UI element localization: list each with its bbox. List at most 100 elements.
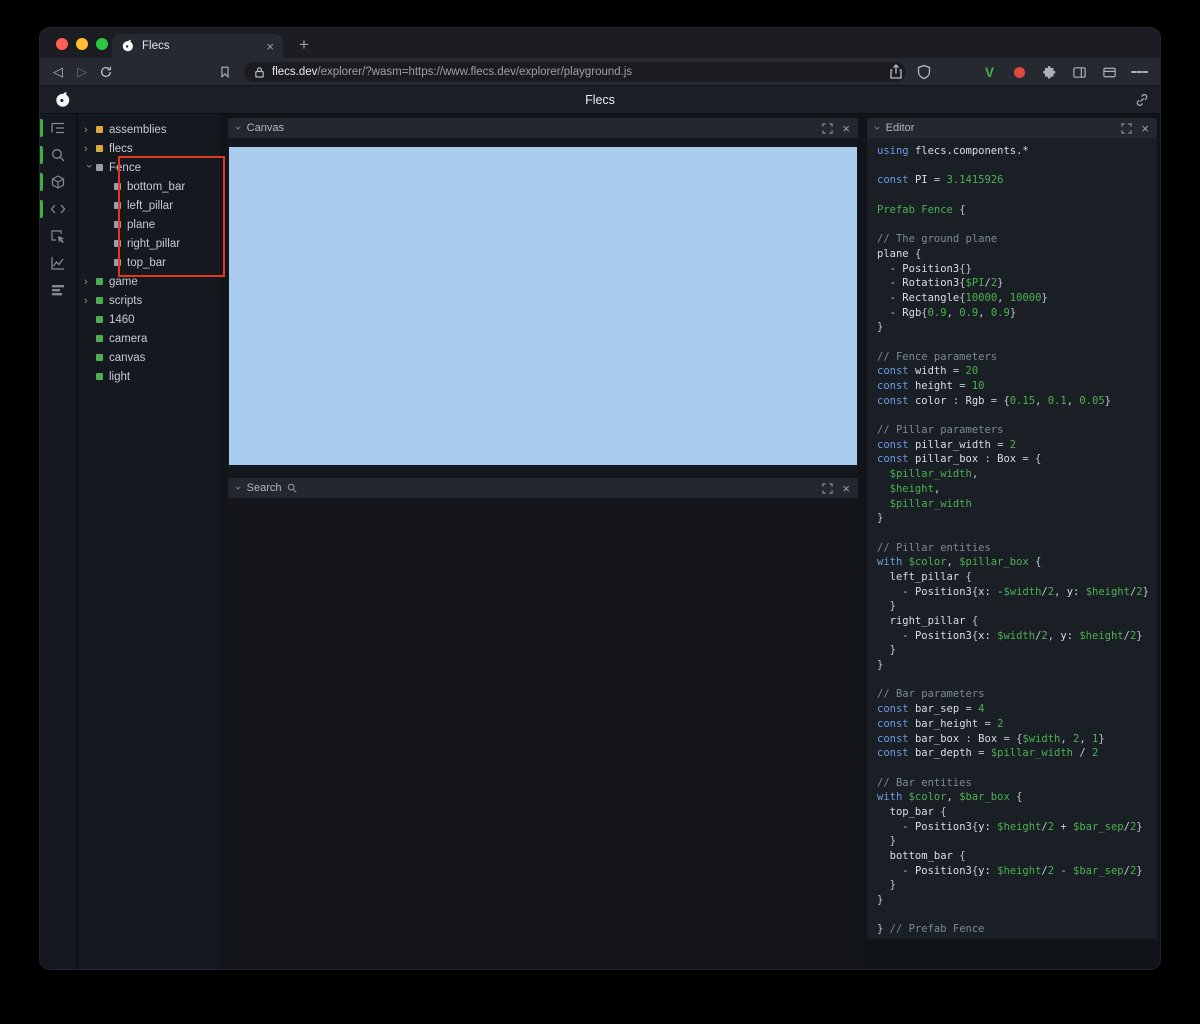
wallet-icon[interactable]: [1101, 64, 1118, 81]
tree-item-left_pillar[interactable]: left_pillar: [78, 196, 220, 215]
code-line: left_pillar {: [877, 570, 972, 583]
expand-panel-icon[interactable]: [822, 122, 834, 134]
tree-chevron-icon[interactable]: ›: [83, 164, 95, 175]
tree-item-Fence[interactable]: › Fence: [78, 158, 220, 177]
panel-chevron-icon[interactable]: ›: [232, 486, 244, 490]
search-panel-title: Search: [246, 482, 282, 494]
tree-item-label: right_pillar: [127, 237, 181, 250]
code-line: Prefab Fence {: [877, 203, 966, 216]
entity-kind-icon: [114, 183, 121, 190]
tree-item-canvas[interactable]: canvas: [78, 348, 220, 367]
canvas-viewport[interactable]: [229, 147, 857, 465]
code-line: - Position3{y: $height/2 - $bar_sep/2}: [877, 864, 1143, 877]
inspect-icon[interactable]: [40, 228, 76, 244]
code-line: with $color, $pillar_box {: [877, 556, 1042, 569]
browser-menu-icon[interactable]: [1131, 64, 1149, 81]
page-title: Flecs: [585, 93, 615, 107]
stats-icon[interactable]: [40, 282, 76, 298]
code-line: const bar_depth = $pillar_width / 2: [877, 747, 1099, 760]
tree-item-light[interactable]: light: [78, 367, 220, 386]
address-bar[interactable]: flecs.dev/explorer/?wasm=https://www.fle…: [244, 62, 906, 82]
share-icon[interactable]: [888, 64, 904, 80]
link-icon[interactable]: [1134, 92, 1150, 108]
reload-button[interactable]: [97, 63, 115, 81]
entity-kind-icon: [96, 145, 103, 152]
tree-item-game[interactable]: › game: [78, 272, 220, 291]
search-panel-header: › Search ×: [228, 478, 858, 498]
forward-button[interactable]: ▷: [73, 63, 91, 81]
entity-kind-icon: [96, 278, 103, 285]
close-panel-icon[interactable]: ×: [842, 122, 850, 135]
close-panel-icon[interactable]: ×: [1141, 122, 1149, 135]
code-line: }: [877, 879, 896, 892]
panel-chevron-icon[interactable]: ›: [871, 126, 883, 130]
zoom-window-button[interactable]: [96, 38, 108, 50]
code-line: top_bar {: [877, 805, 947, 818]
shield-icon[interactable]: [916, 64, 932, 80]
extensions-puzzle-icon[interactable]: [1041, 64, 1058, 81]
panel-chevron-icon[interactable]: ›: [232, 126, 244, 130]
tree-item-scripts[interactable]: › scripts: [78, 291, 220, 310]
tree-item-camera[interactable]: camera: [78, 329, 220, 348]
expand-panel-icon[interactable]: [822, 482, 834, 494]
entity-tree-icon[interactable]: [40, 119, 76, 137]
canvas-panel-title: Canvas: [246, 122, 284, 134]
code-line: const PI = 3.1415926: [877, 174, 1004, 187]
new-tab-button[interactable]: +: [292, 33, 316, 57]
tree-item-label: left_pillar: [127, 199, 174, 212]
tree-chevron-icon[interactable]: ›: [84, 295, 95, 307]
browser-tab[interactable]: Flecs ×: [112, 34, 283, 58]
recorder-extension-icon[interactable]: [1011, 64, 1028, 81]
entity-tree: › assemblies › flecs › Fence bottom_bar left_pi…: [78, 114, 225, 969]
code-line: - Position3{}: [877, 262, 972, 275]
canvas-panel-body: [228, 138, 858, 475]
tree-item-bottom_bar[interactable]: bottom_bar: [78, 177, 220, 196]
code-line: - Rotation3{$PI/2}: [877, 277, 1004, 290]
tree-chevron-icon[interactable]: ›: [84, 276, 95, 288]
entity-kind-icon: [96, 354, 103, 361]
code-line: }: [877, 600, 896, 613]
url-domain: flecs.dev: [272, 66, 318, 78]
vimium-extension-icon[interactable]: V: [981, 64, 998, 81]
tree-chevron-icon[interactable]: ›: [84, 124, 95, 136]
close-panel-icon[interactable]: ×: [842, 482, 850, 495]
code-line: const bar_box : Box = {$width, 2, 1}: [877, 732, 1105, 745]
search-icon[interactable]: [40, 146, 76, 164]
cube-icon[interactable]: [40, 173, 76, 191]
code-line: // Pillar entities: [877, 541, 991, 554]
code-line: // Fence parameters: [877, 350, 998, 363]
tree-item-plane[interactable]: plane: [78, 215, 220, 234]
tree-item-top_bar[interactable]: top_bar: [78, 253, 220, 272]
code-line: $pillar_width,: [877, 468, 979, 481]
tree-item-label: Fence: [109, 161, 141, 174]
tree-item-1460[interactable]: 1460: [78, 310, 220, 329]
tree-item-label: bottom_bar: [127, 180, 186, 193]
tree-item-assemblies[interactable]: › assemblies: [78, 120, 220, 139]
entity-kind-icon: [96, 164, 103, 171]
tree-item-flecs[interactable]: › flecs: [78, 139, 220, 158]
tree-item-label: flecs: [109, 142, 133, 155]
tab-close-icon[interactable]: ×: [266, 40, 274, 53]
minimize-window-button[interactable]: [76, 38, 88, 50]
entity-kind-icon: [96, 373, 103, 380]
app-header: Flecs: [40, 86, 1160, 114]
back-button[interactable]: ◁: [49, 63, 67, 81]
bookmark-icon[interactable]: [216, 63, 234, 81]
icon-rail: [40, 114, 77, 969]
editor-panel-body: using flecs.components.* const PI = 3.14…: [867, 138, 1157, 939]
chart-icon[interactable]: [40, 255, 76, 271]
browser-window: Flecs × + ◁ ▷ flecs.dev/explorer/?wasm=h…: [40, 28, 1160, 969]
tree-item-right_pillar[interactable]: right_pillar: [78, 234, 220, 253]
side-panel-icon[interactable]: [1071, 64, 1088, 81]
code-line: const bar_sep = 4: [877, 703, 985, 716]
code-line: $pillar_width: [877, 497, 972, 510]
entity-kind-icon: [114, 221, 121, 228]
close-window-button[interactable]: [56, 38, 68, 50]
expand-panel-icon[interactable]: [1121, 122, 1133, 134]
code-line: // The ground plane: [877, 233, 998, 246]
code-line: }: [877, 835, 896, 848]
code-icon[interactable]: [40, 200, 76, 218]
tree-chevron-icon[interactable]: ›: [84, 143, 95, 155]
code-area[interactable]: using flecs.components.* const PI = 3.14…: [877, 144, 1157, 937]
